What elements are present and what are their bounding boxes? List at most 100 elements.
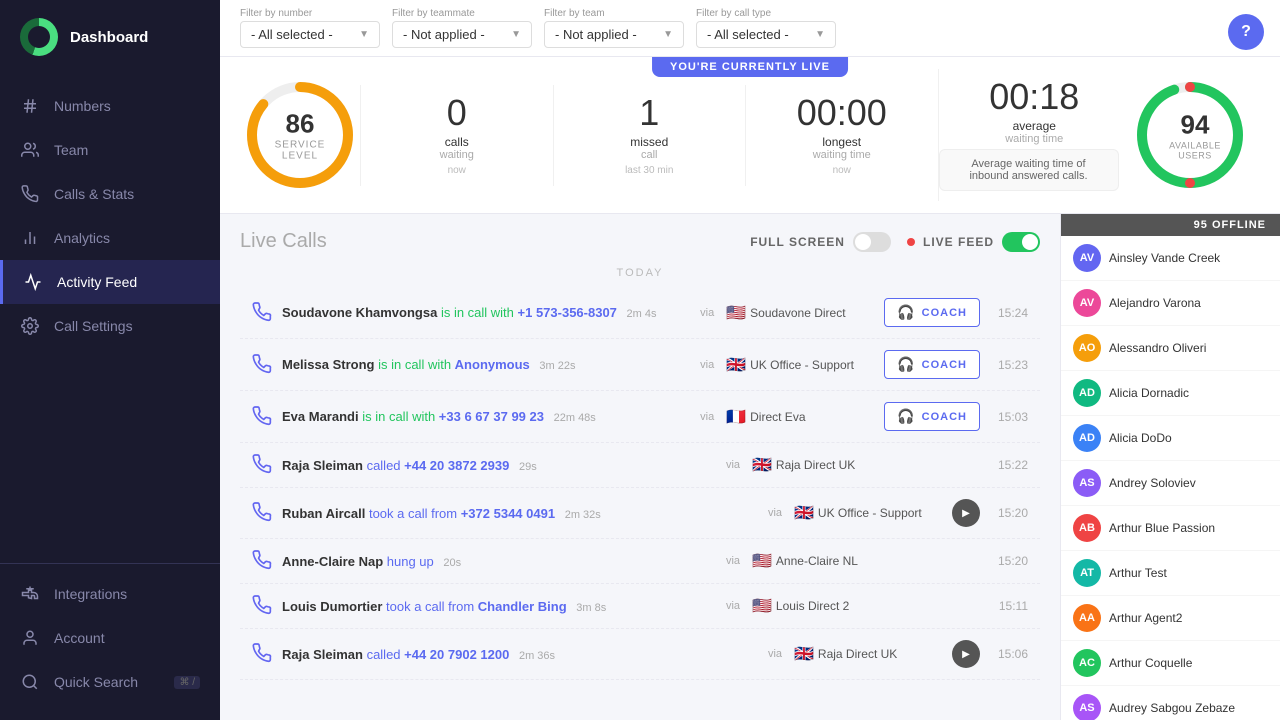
filter-bar: Filter by number - All selected - ▼ Filt…: [220, 0, 1280, 57]
avatar: AB: [1073, 514, 1101, 542]
avg-wait-tooltip: Average waiting time of inbound answered…: [939, 149, 1119, 191]
missed-call-label: missed: [554, 135, 746, 149]
calls-waiting-label: calls: [361, 135, 553, 149]
live-calls-title: Live Calls: [240, 230, 327, 253]
agent-list-item[interactable]: AD Alicia DoDo: [1061, 416, 1280, 461]
agent-list-item[interactable]: AC Arthur Coquelle: [1061, 641, 1280, 686]
call-row[interactable]: Eva Marandi is in call with +33 6 67 37 …: [240, 391, 1040, 443]
call-row[interactable]: Louis Dumortier took a call from Chandle…: [240, 584, 1040, 629]
chevron-down-icon: ▼: [663, 29, 673, 40]
agent-name: Andrey Soloviev: [1109, 476, 1196, 490]
sidebar-item-label: Quick Search: [54, 674, 138, 690]
sidebar-item-search[interactable]: Quick Search ⌘ /: [0, 660, 220, 704]
route-name: Anne-Claire NL: [776, 554, 858, 568]
caller-name: Raja Sleiman: [282, 458, 363, 473]
call-row[interactable]: Soudavone Khamvongsa is in call with +1 …: [240, 287, 1040, 339]
filter-number-label: Filter by number: [240, 8, 380, 19]
call-info: Melissa Strong is in call with Anonymous…: [282, 357, 692, 372]
sidebar-item-analytics[interactable]: Analytics: [0, 216, 220, 260]
agent-list-item[interactable]: AB Arthur Blue Passion: [1061, 506, 1280, 551]
settings-icon: [20, 316, 40, 336]
service-level-label: SERVICELEVEL: [275, 140, 326, 162]
sidebar-item-integrations[interactable]: Integrations: [0, 572, 220, 616]
agent-list-item[interactable]: AA Arthur Agent2: [1061, 596, 1280, 641]
agent-name: Arthur Test: [1109, 566, 1167, 580]
sidebar-nav: Numbers Team Calls & Stats Analytics Act…: [0, 74, 220, 545]
call-row[interactable]: Anne-Claire Nap hung up 20s via 🇺🇸 Anne-…: [240, 539, 1040, 584]
help-button[interactable]: ?: [1228, 14, 1264, 50]
live-dot-icon: [907, 238, 915, 246]
filter-teammate: Filter by teammate - Not applied - ▼: [392, 8, 532, 48]
filter-calltype-select[interactable]: - All selected - ▼: [696, 21, 836, 48]
avg-wait-value: 00:18: [939, 79, 1131, 115]
call-info: Ruban Aircall took a call from +372 5344…: [282, 506, 760, 521]
longest-wait-stat: 00:00 longest waiting time now: [745, 85, 938, 186]
call-time: 15:06: [988, 647, 1028, 661]
flag-icon: 🇬🇧: [794, 503, 814, 523]
fullscreen-label: FULL SCREEN: [750, 235, 845, 249]
call-route: 🇺🇸 Soudavone Direct: [726, 303, 876, 323]
chart-icon: [20, 228, 40, 248]
agent-list-item[interactable]: AV Ainsley Vande Creek: [1061, 236, 1280, 281]
agent-list-item[interactable]: AD Alicia Dornadic: [1061, 371, 1280, 416]
fullscreen-control: FULL SCREEN: [750, 232, 891, 252]
service-level-chart: 86 SERVICELEVEL: [240, 75, 360, 195]
call-row[interactable]: Raja Sleiman called +44 20 3872 2939 29s…: [240, 443, 1040, 488]
flag-icon: 🇬🇧: [752, 455, 772, 475]
sidebar-item-team[interactable]: Team: [0, 128, 220, 172]
via-label: via: [700, 359, 714, 371]
call-status: took a call from: [369, 506, 461, 521]
agent-name: Arthur Agent2: [1109, 611, 1182, 625]
call-row[interactable]: Ruban Aircall took a call from +372 5344…: [240, 488, 1040, 539]
sidebar-item-call-settings[interactable]: Call Settings: [0, 304, 220, 348]
filter-team-select[interactable]: - Not applied - ▼: [544, 21, 684, 48]
call-direction-icon: [252, 406, 274, 428]
fullscreen-toggle[interactable]: [853, 232, 891, 252]
coach-button[interactable]: 🎧 COACH: [884, 350, 980, 379]
via-label: via: [726, 555, 740, 567]
call-row[interactable]: Raja Sleiman called +44 20 7902 1200 2m …: [240, 629, 1040, 680]
coach-button[interactable]: 🎧 COACH: [884, 402, 980, 431]
avg-wait-label: average: [939, 119, 1131, 133]
offline-badge: 95 OFFLINE: [1061, 214, 1280, 236]
agent-list-item[interactable]: AT Arthur Test: [1061, 551, 1280, 596]
sidebar-item-calls[interactable]: Calls & Stats: [0, 172, 220, 216]
sidebar-logo[interactable]: Dashboard: [0, 0, 220, 74]
sidebar-item-account[interactable]: Account: [0, 616, 220, 660]
headset-icon: 🎧: [897, 408, 915, 425]
longest-wait-sub: waiting time: [746, 149, 938, 161]
agent-name: Alessandro Oliveri: [1109, 341, 1206, 355]
calls-waiting-value: 0: [361, 95, 553, 131]
headset-icon: 🎧: [897, 304, 915, 321]
avatar: AT: [1073, 559, 1101, 587]
livefeed-toggle[interactable]: [1002, 232, 1040, 252]
sidebar-item-numbers[interactable]: Numbers: [0, 84, 220, 128]
agent-list-item[interactable]: AO Alessandro Oliveri: [1061, 326, 1280, 371]
agent-list-item[interactable]: AS Audrey Sabgou Zebaze: [1061, 686, 1280, 720]
route-name: UK Office - Support: [750, 358, 854, 372]
caller-name: Raja Sleiman: [282, 647, 363, 662]
sidebar-item-label: Integrations: [54, 586, 127, 602]
filter-number-select[interactable]: - All selected - ▼: [240, 21, 380, 48]
coach-button[interactable]: 🎧 COACH: [884, 298, 980, 327]
available-users-value: 94: [1169, 110, 1221, 141]
via-label: via: [726, 600, 740, 612]
call-row[interactable]: Melissa Strong is in call with Anonymous…: [240, 339, 1040, 391]
sidebar-item-label: Team: [54, 142, 88, 158]
agent-list-item[interactable]: AV Alejandro Varona: [1061, 281, 1280, 326]
filter-teammate-select[interactable]: - Not applied - ▼: [392, 21, 532, 48]
calls-waiting-sub: waiting: [361, 149, 553, 161]
play-button[interactable]: ▶: [952, 499, 980, 527]
route-name: Raja Direct UK: [818, 647, 897, 661]
play-button[interactable]: ▶: [952, 640, 980, 668]
headset-icon: 🎧: [897, 356, 915, 373]
route-name: Raja Direct UK: [776, 458, 855, 472]
caller-name: Eva Marandi: [282, 409, 359, 424]
caller-name: Soudavone Khamvongsa: [282, 305, 437, 320]
agent-list-item[interactable]: AS Andrey Soloviev: [1061, 461, 1280, 506]
avatar: AO: [1073, 334, 1101, 362]
longest-wait-time: now: [746, 165, 938, 176]
sidebar-item-activity[interactable]: Activity Feed: [0, 260, 220, 304]
flag-icon: 🇬🇧: [726, 355, 746, 375]
call-info: Anne-Claire Nap hung up 20s: [282, 554, 718, 569]
